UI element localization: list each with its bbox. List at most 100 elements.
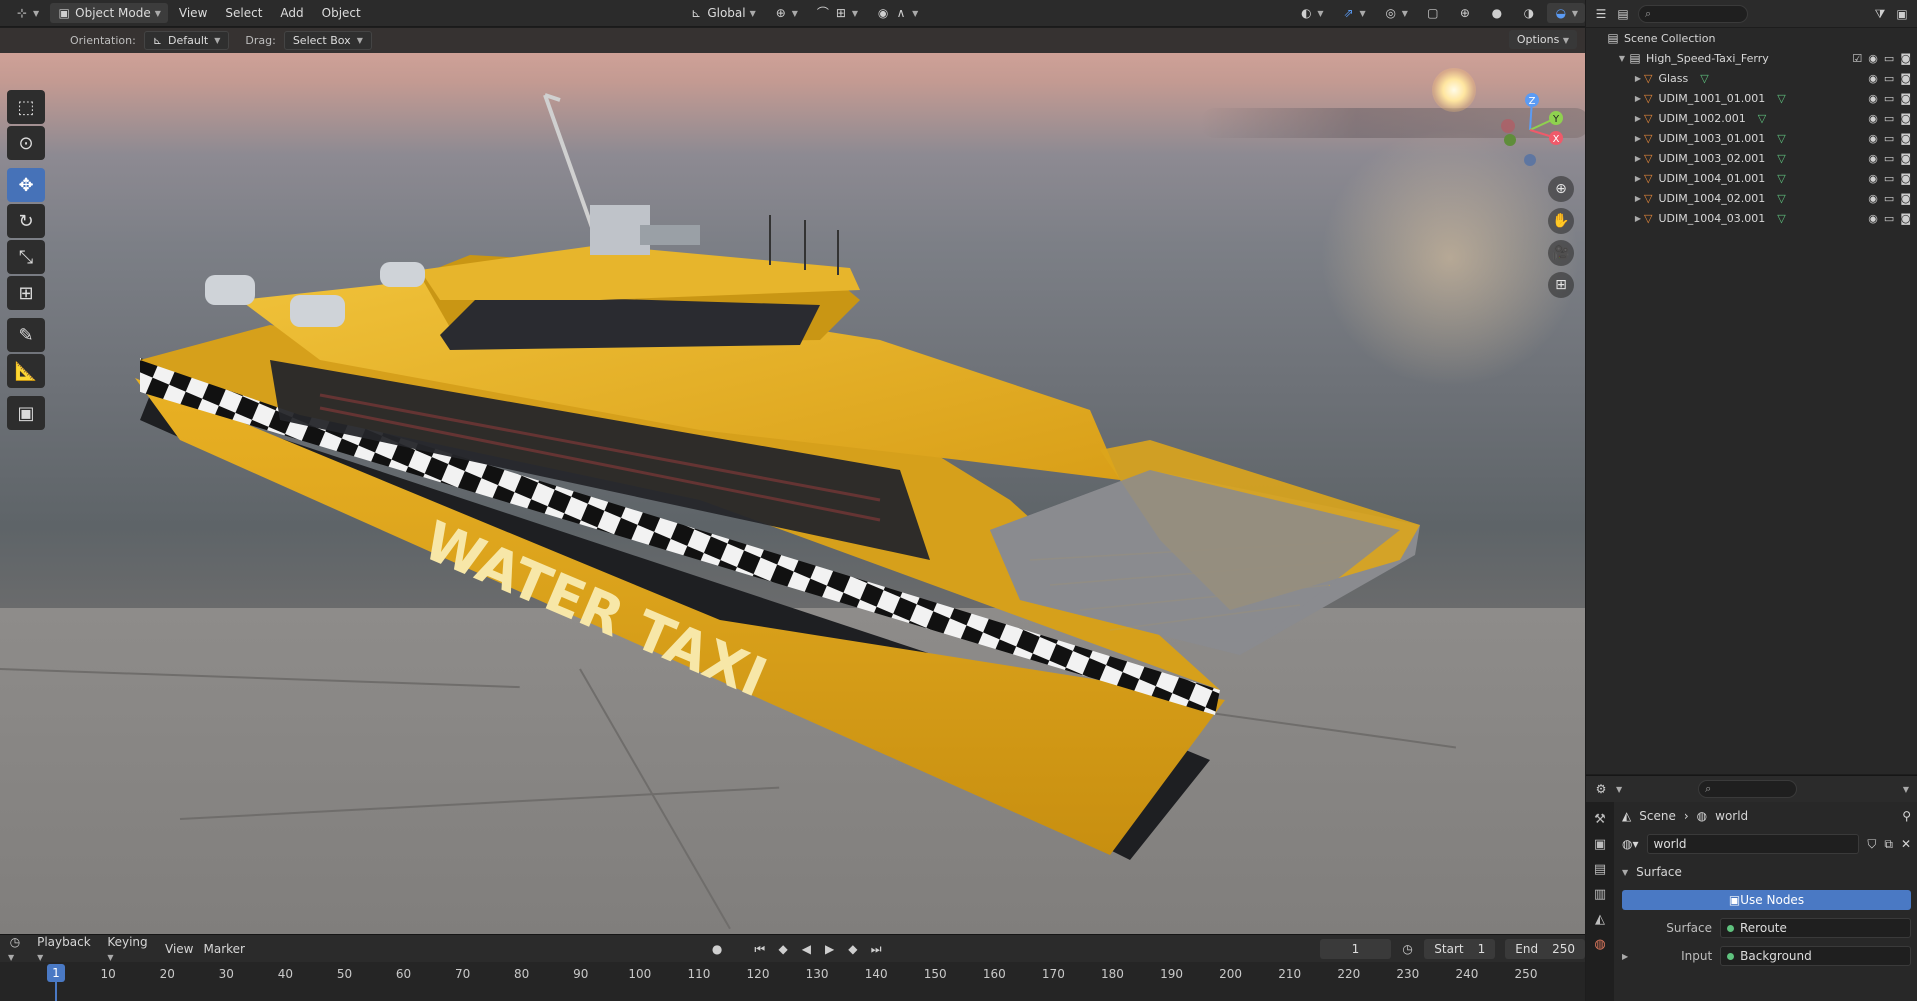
output-tab-icon[interactable]: ▤ [1594,862,1606,877]
zoom-button[interactable]: ⊕ [1548,176,1574,202]
shading-rendered[interactable]: ◒ ▼ [1546,3,1585,23]
world-tab-icon[interactable]: ◍ [1594,937,1605,952]
outliner-item[interactable]: ▶ ▽ UDIM_1001_01.001 ▽ ◉ ▭ ◙ [1586,88,1917,108]
start-frame-field[interactable]: Start 1 [1424,938,1496,959]
mesh-data-icon[interactable]: ▽ [1777,192,1785,205]
record-icon[interactable]: ● [710,942,723,956]
monitor-icon[interactable]: ▭ [1884,132,1894,145]
mesh-data-icon[interactable]: ▽ [1777,172,1785,185]
cursor-tool[interactable]: ⊙ [7,126,45,160]
expand-arrow-icon[interactable]: ▼ [1616,54,1628,63]
menu-view[interactable]: View [172,3,214,23]
pin-icon[interactable]: ⚲ [1902,809,1911,823]
expand-arrow-icon[interactable]: ▶ [1632,114,1644,123]
menu-select[interactable]: Select [218,3,269,23]
annotate-tool[interactable]: ✎ [7,318,45,352]
current-frame-field[interactable]: 1 [1319,938,1392,959]
camera-icon[interactable]: ◙ [1900,52,1911,65]
end-frame-field[interactable]: End 250 [1505,938,1585,959]
mesh-data-icon[interactable]: ▽ [1777,212,1785,225]
drag-dropdown[interactable]: Select Box ▼ [283,31,372,50]
shading-wireframe[interactable]: ⊕ [1451,3,1479,23]
eye-icon[interactable]: ◉ [1868,192,1878,205]
3d-viewport[interactable]: WATER TAXI ⬚ ⊙ ✥ ↻ ⤡ ⊞ ✎ 📐 ▣ Z Y X ⊕ ✋ 🎥… [0,28,1585,934]
editor-type-button[interactable]: ⊹ ▼ [8,3,46,23]
expand-arrow-icon[interactable]: ▶ [1632,94,1644,103]
scale-tool[interactable]: ⤡ [7,240,45,274]
jump-end-icon[interactable]: ⏭ [870,942,883,956]
camera-icon[interactable]: ◙ [1900,172,1911,185]
shading-solid[interactable]: ● [1483,3,1511,23]
select-box-tool[interactable]: ⬚ [7,90,45,124]
timeline-editor-type[interactable]: ◷▼ [8,935,27,963]
monitor-icon[interactable]: ▭ [1884,192,1894,205]
navigation-gizmo[interactable]: Z Y X [1490,88,1570,168]
menu-timeline-view[interactable]: View [165,942,193,956]
use-nodes-button[interactable]: ▣ Use Nodes [1622,890,1911,910]
camera-icon[interactable]: ◙ [1900,72,1911,85]
camera-icon[interactable]: ◙ [1900,112,1911,125]
expand-arrow-icon[interactable]: ▶ [1632,74,1644,83]
eye-icon[interactable]: ◉ [1868,72,1878,85]
proportional-edit-toggle[interactable]: ◉ ∧ ▼ [869,3,925,23]
transform-orientation-dropdown[interactable]: ⊾ Global ▼ [682,3,762,23]
camera-icon[interactable]: ◙ [1900,152,1911,165]
menu-object[interactable]: Object [315,3,368,23]
eye-icon[interactable]: ◉ [1868,52,1878,65]
render-tab-icon[interactable]: ▣ [1594,837,1606,852]
camera-icon[interactable]: ◙ [1900,192,1911,205]
world-name-field[interactable]: world [1646,834,1860,854]
menu-keying[interactable]: Keying ▼ [107,935,155,963]
monitor-icon[interactable]: ▭ [1884,152,1894,165]
outliner-item[interactable]: ▶ ▽ UDIM_1004_01.001 ▽ ◉ ▭ ◙ [1586,168,1917,188]
expand-arrow-icon[interactable]: ▶ [1632,154,1644,163]
eye-icon[interactable]: ◉ [1868,172,1878,185]
eye-icon[interactable]: ◉ [1868,212,1878,225]
eye-icon[interactable]: ◉ [1868,112,1878,125]
mesh-data-icon[interactable]: ▽ [1777,132,1785,145]
monitor-icon[interactable]: ▭ [1884,52,1894,65]
water-taxi-boat[interactable]: WATER TAXI [0,28,1585,934]
pivot-dropdown[interactable]: ⊕ ▼ [767,3,805,23]
expand-arrow-icon[interactable]: ▶ [1632,214,1644,223]
expand-arrow-icon[interactable]: ▶ [1622,952,1628,961]
prev-keyframe-icon[interactable]: ◆ [776,942,789,956]
view-layer-tab-icon[interactable]: ▥ [1594,887,1606,902]
gizmo-neg-x[interactable] [1501,119,1515,133]
gizmo-neg-z[interactable] [1524,154,1536,166]
camera-icon[interactable]: ◙ [1900,132,1911,145]
checkbox-icon[interactable]: ☑ [1852,52,1862,65]
collection-row[interactable]: ▼ ▤ High_Speed-Taxi_Ferry ☑ ◉ ▭ ◙ [1586,48,1917,68]
stopwatch-icon[interactable]: ◷ [1401,942,1414,956]
add-cube-tool[interactable]: ▣ [7,396,45,430]
menu-playback[interactable]: Playback ▼ [37,935,97,963]
close-icon[interactable]: ✕ [1901,837,1911,851]
eye-icon[interactable]: ◉ [1868,92,1878,105]
xray-toggle[interactable]: ▢ [1419,3,1447,23]
input-node-field[interactable]: Background [1720,946,1911,966]
eye-icon[interactable]: ◉ [1868,132,1878,145]
monitor-icon[interactable]: ▭ [1884,92,1894,105]
shading-material[interactable]: ◑ [1515,3,1543,23]
mesh-data-icon[interactable]: ▽ [1777,92,1785,105]
menu-marker[interactable]: Marker [203,942,244,956]
expand-arrow-icon[interactable]: ▶ [1632,134,1644,143]
rotate-tool[interactable]: ↻ [7,204,45,238]
mesh-data-icon[interactable]: ▽ [1758,112,1766,125]
filter-icon[interactable]: ⧩ [1873,7,1887,21]
timeline-ruler[interactable]: 1 10 20 30 40 50 60 70 80 90 100 110 120 130 140 150 16… [0,962,1585,1001]
outliner-item[interactable]: ▶ ▽ UDIM_1003_02.001 ▽ ◉ ▭ ◙ [1586,148,1917,168]
play-reverse-icon[interactable]: ◀ [800,942,813,956]
outliner-item[interactable]: ▶ ▽ UDIM_1004_02.001 ▽ ◉ ▭ ◙ [1586,188,1917,208]
outliner-item[interactable]: ▶ ▽ UDIM_1003_01.001 ▽ ◉ ▭ ◙ [1586,128,1917,148]
gizmo-toggle[interactable]: ⇗ ▼ [1335,3,1373,23]
new-collection-icon[interactable]: ▣ [1895,7,1909,21]
monitor-icon[interactable]: ▭ [1884,212,1894,225]
expand-arrow-icon[interactable]: ▶ [1632,194,1644,203]
next-keyframe-icon[interactable]: ◆ [846,942,859,956]
scene-tab-icon[interactable]: ◭ [1595,912,1605,927]
options-button[interactable]: Options ▼ [1508,30,1577,49]
pan-button[interactable]: ✋ [1548,208,1574,234]
outliner-search-input[interactable]: ⌕ [1638,4,1748,23]
properties-search-input[interactable]: ⌕ [1698,780,1797,798]
